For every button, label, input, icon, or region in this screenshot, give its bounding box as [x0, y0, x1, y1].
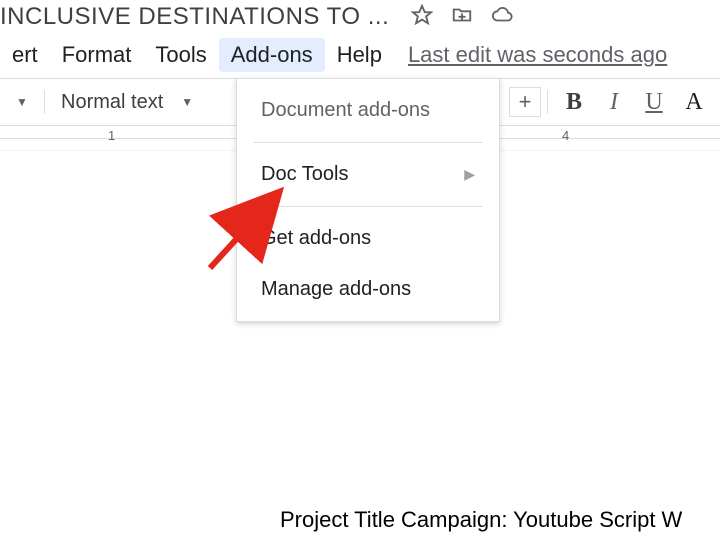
dropdown-doc-tools[interactable]: Doc Tools ▶	[237, 149, 499, 200]
chevron-down-icon: ▼	[181, 95, 193, 109]
dropdown-label: Document add-ons	[261, 99, 430, 122]
last-edit-link[interactable]: Last edit was seconds ago	[408, 42, 667, 68]
menu-format[interactable]: Format	[50, 38, 144, 72]
dropdown-label: Get add-ons	[261, 227, 371, 250]
italic-button[interactable]: I	[594, 86, 634, 118]
toolbar-separator	[547, 90, 548, 114]
dropdown-label: Manage add-ons	[261, 278, 411, 301]
underline-button[interactable]: U	[634, 86, 674, 118]
font-size-increase-button[interactable]: +	[509, 87, 541, 117]
title-bar: INCLUSIVE DESTINATIONS TO ...	[0, 0, 720, 34]
doc-body-line: Project Title Campaign: Youtube Script W	[280, 507, 682, 533]
addons-dropdown: Document add-ons Doc Tools ▶ Get add-ons…	[236, 78, 500, 322]
dropdown-label: Doc Tools	[261, 163, 348, 186]
menu-help[interactable]: Help	[325, 38, 394, 72]
dropdown-document-addons[interactable]: Document add-ons	[237, 85, 499, 136]
menu-addons[interactable]: Add-ons	[219, 38, 325, 72]
title-action-icons	[411, 4, 513, 31]
ruler-mark-4: 4	[562, 128, 569, 143]
paragraph-style-label: Normal text	[61, 91, 163, 114]
submenu-arrow-icon: ▶	[464, 166, 475, 183]
dropdown-separator	[253, 206, 483, 207]
star-icon[interactable]	[411, 4, 433, 31]
toolbar-separator	[44, 90, 45, 114]
text-color-button[interactable]: A	[674, 86, 714, 118]
menu-bar: ert Format Tools Add-ons Help Last edit …	[0, 34, 720, 72]
document-title[interactable]: INCLUSIVE DESTINATIONS TO ...	[0, 3, 389, 31]
dropdown-separator	[253, 142, 483, 143]
menu-insert[interactable]: ert	[0, 38, 50, 72]
bold-button[interactable]: B	[554, 86, 594, 118]
menu-tools[interactable]: Tools	[143, 38, 218, 72]
dropdown-manage-addons[interactable]: Manage add-ons	[237, 264, 499, 315]
dropdown-get-addons[interactable]: Get add-ons	[237, 213, 499, 264]
ruler-mark-1: 1	[108, 128, 115, 143]
cloud-status-icon[interactable]	[491, 4, 513, 31]
paragraph-style-dropdown[interactable]: Normal text ▼	[51, 91, 203, 114]
move-folder-icon[interactable]	[451, 4, 473, 31]
toolbar-dropdown-caret[interactable]: ▼	[6, 86, 38, 118]
